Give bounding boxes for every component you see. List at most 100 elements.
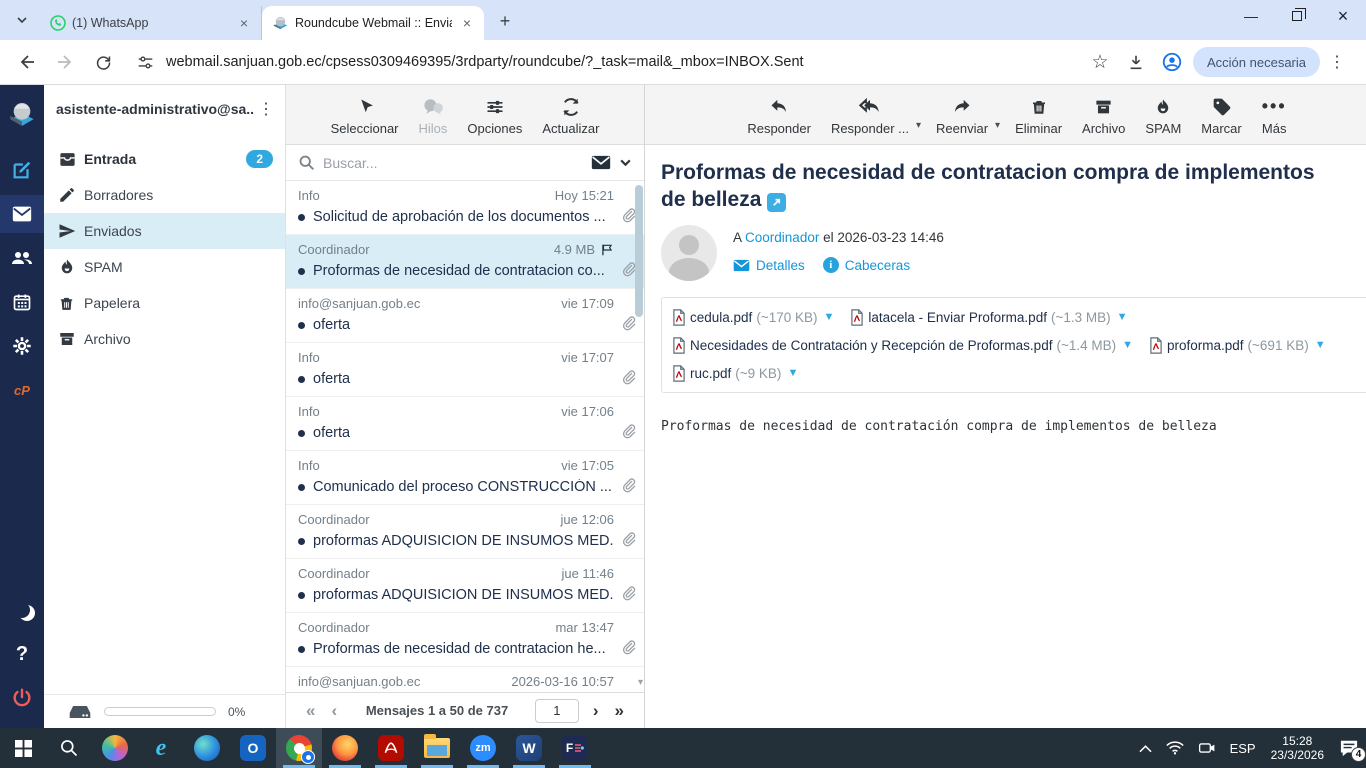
archive-button[interactable]: Archivo — [1077, 94, 1130, 136]
folder-borradores[interactable]: Borradores — [44, 177, 285, 213]
taskbar-zoom[interactable]: zm — [460, 728, 506, 768]
folder-enviados[interactable]: Enviados — [44, 213, 285, 249]
wifi-icon[interactable] — [1159, 728, 1191, 768]
reload-button[interactable] — [86, 45, 120, 79]
spam-button[interactable]: SPAM — [1140, 94, 1186, 136]
attachment[interactable]: latacela - Enviar Proforma.pdf (~1.3 MB)… — [850, 303, 1128, 331]
attachment-menu-caret-icon[interactable]: ▼ — [1122, 339, 1133, 351]
tab-roundcube[interactable]: Roundcube Webmail :: Enviados × — [262, 6, 484, 40]
refresh-button[interactable]: Actualizar — [537, 94, 604, 136]
attachment[interactable]: ruc.pdf (~9 KB) ▼ — [672, 359, 798, 387]
open-in-new-window-icon[interactable] — [767, 193, 787, 212]
reply-button[interactable]: Responder — [742, 94, 816, 136]
headers-link[interactable]: i Cabeceras — [822, 257, 910, 273]
rail-item-settings[interactable] — [0, 327, 44, 365]
attachment-menu-caret-icon[interactable]: ▼ — [1117, 311, 1128, 323]
message-row[interactable]: Info vie 17:05 Comunicado del proceso CON… — [286, 451, 644, 505]
start-button[interactable] — [0, 728, 46, 768]
prev-page-button[interactable]: ‹ — [323, 701, 345, 721]
mark-button[interactable]: Marcar — [1196, 94, 1246, 136]
scrollbar-thumb[interactable] — [635, 185, 643, 317]
tab-search-button[interactable] — [8, 6, 36, 34]
profile-icon[interactable] — [1157, 47, 1187, 77]
taskbar-chrome[interactable] — [276, 728, 322, 768]
rail-item-calendar[interactable] — [0, 283, 44, 321]
notification-center-button[interactable]: 4 — [1332, 728, 1366, 768]
language-indicator[interactable]: ESP — [1223, 728, 1263, 768]
select-button[interactable]: Seleccionar — [326, 94, 404, 136]
action-needed-button[interactable]: Acción necesaria — [1193, 47, 1320, 77]
scrollbar-down-arrow[interactable]: ▾ — [638, 677, 643, 688]
search-scope-mail-icon[interactable] — [591, 155, 611, 170]
tab-whatsapp[interactable]: (1) WhatsApp × — [40, 6, 262, 40]
taskbar-search-button[interactable] — [46, 728, 92, 768]
details-link[interactable]: Detalles — [733, 258, 805, 273]
tray-expand-chevron-icon[interactable] — [1132, 728, 1159, 768]
omnibox[interactable]: webmail.sanjuan.gob.ec/cpsess0309469395/… — [122, 45, 1358, 79]
dark-mode-button[interactable] — [0, 591, 44, 629]
taskbar-explorer[interactable] — [414, 728, 460, 768]
tab-close-icon[interactable]: × — [458, 14, 476, 32]
bookmark-star-icon[interactable]: ☆ — [1085, 47, 1115, 77]
window-minimize-button[interactable]: — — [1228, 0, 1274, 32]
meet-now-icon[interactable] — [1191, 728, 1223, 768]
more-button[interactable]: ••• Más — [1257, 94, 1292, 136]
last-page-button[interactable]: » — [607, 701, 632, 721]
rail-item-mail[interactable] — [0, 195, 44, 233]
folder-options-icon[interactable]: ⋮ — [255, 99, 277, 119]
attachment-menu-caret-icon[interactable]: ▼ — [823, 311, 834, 323]
list-scrollbar[interactable]: ▾ — [634, 181, 644, 692]
compose-button[interactable] — [0, 151, 44, 189]
back-button[interactable] — [10, 45, 44, 79]
message-row[interactable]: Coordinador jue 12:06 proformas ADQUISICI… — [286, 505, 644, 559]
window-restore-button[interactable] — [1274, 0, 1320, 32]
cpanel-link[interactable]: cP — [0, 371, 44, 409]
site-settings-icon[interactable] — [132, 49, 158, 75]
taskbar-edge[interactable] — [184, 728, 230, 768]
message-row[interactable]: Coordinador mar 13:47 Proformas de necesi… — [286, 613, 644, 667]
attachment[interactable]: proforma.pdf (~691 KB) ▼ — [1149, 331, 1326, 359]
attachment-menu-caret-icon[interactable]: ▼ — [787, 367, 798, 379]
forward-button[interactable] — [48, 45, 82, 79]
message-row[interactable]: Info vie 17:06 oferta — [286, 397, 644, 451]
browser-menu-icon[interactable]: ⋮ — [1326, 52, 1348, 72]
message-row[interactable]: info@sanjuan.gob.ec vie 17:09 oferta — [286, 289, 644, 343]
taskbar-firefox[interactable] — [322, 728, 368, 768]
attachment-menu-caret-icon[interactable]: ▼ — [1315, 339, 1326, 351]
url-text[interactable]: webmail.sanjuan.gob.ec/cpsess0309469395/… — [166, 54, 804, 70]
threads-button[interactable]: Hilos — [414, 94, 453, 136]
message-row[interactable]: Coordinador jue 11:46 proformas ADQUISICI… — [286, 559, 644, 613]
message-row-selected[interactable]: Coordinador 4.9 MB Proformas de necesidad… — [286, 235, 644, 289]
taskbar-copilot[interactable] — [92, 728, 138, 768]
next-page-button[interactable]: › — [585, 701, 607, 721]
taskbar-outlook[interactable]: O — [230, 728, 276, 768]
recipient-link[interactable]: Coordinador — [745, 230, 819, 245]
help-button[interactable]: ? — [0, 635, 44, 673]
reply-all-button[interactable]: Responder ... — [826, 94, 914, 136]
new-tab-button[interactable]: + — [492, 8, 518, 34]
attachment[interactable]: Necesidades de Contratación y Recepción … — [672, 331, 1133, 359]
clock[interactable]: 15:28 23/3/2026 — [1263, 728, 1332, 768]
flag-icon[interactable] — [600, 243, 614, 257]
folder-spam[interactable]: SPAM — [44, 249, 285, 285]
search-options-chevron-icon[interactable] — [619, 156, 632, 169]
folder-papelera[interactable]: Papelera — [44, 285, 285, 321]
folder-archivo[interactable]: Archivo — [44, 321, 285, 357]
options-button[interactable]: Opciones — [462, 94, 527, 136]
delete-button[interactable]: Eliminar — [1010, 94, 1067, 136]
taskbar-word[interactable]: W — [506, 728, 552, 768]
message-row[interactable]: Info Hoy 15:21 Solicitud de aprobación de… — [286, 181, 644, 235]
taskbar-acrobat[interactable] — [368, 728, 414, 768]
download-icon[interactable] — [1121, 47, 1151, 77]
forward-caret-icon[interactable]: ▾ — [995, 120, 1000, 131]
message-row[interactable]: Info vie 17:07 oferta — [286, 343, 644, 397]
message-row[interactable]: info@sanjuan.gob.ec 2026-03-16 10:57 — [286, 667, 644, 692]
taskbar-fes-app[interactable]: F — [552, 728, 598, 768]
window-close-button[interactable]: × — [1320, 0, 1366, 32]
search-input[interactable] — [323, 154, 583, 171]
logout-button[interactable] — [0, 679, 44, 717]
attachment[interactable]: cedula.pdf (~170 KB) ▼ — [672, 303, 834, 331]
folder-entrada[interactable]: Entrada 2 — [44, 141, 285, 177]
forward-button[interactable]: Reenviar — [931, 94, 993, 136]
first-page-button[interactable]: « — [298, 701, 323, 721]
